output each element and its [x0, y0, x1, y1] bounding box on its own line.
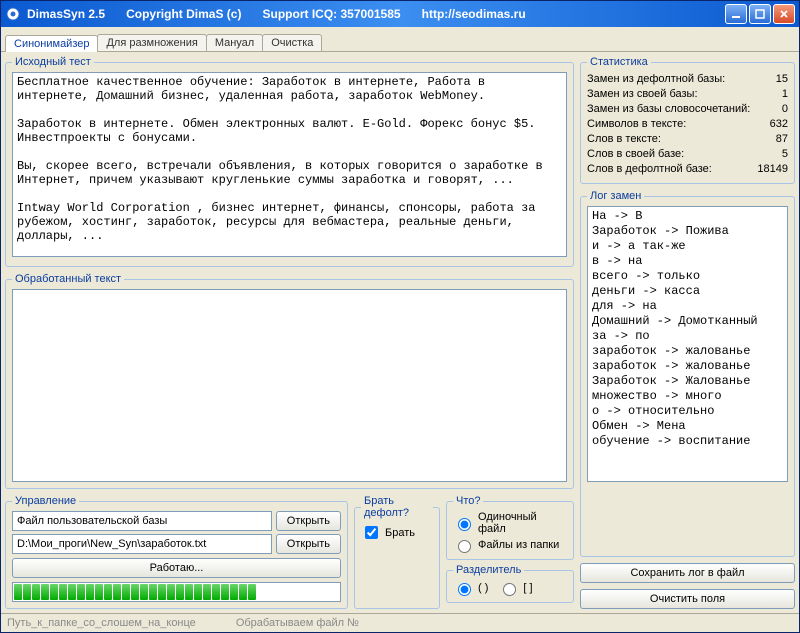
stats-row: Символов в тексте: 632: [587, 117, 788, 132]
take-default-label: Брать: [385, 527, 415, 539]
output-legend: Обработанный текст: [12, 273, 124, 285]
stats-legend: Статистика: [587, 56, 651, 68]
stats-key: Замен из базы словосочетаний:: [587, 102, 750, 117]
status-right: Обрабатываем файл №: [236, 617, 359, 629]
stats-value: 632: [770, 117, 788, 132]
tab-2[interactable]: Мануал: [206, 34, 263, 51]
output-textarea[interactable]: [12, 289, 567, 482]
stats-value: 15: [776, 72, 788, 87]
open-path-button[interactable]: Открыть: [276, 534, 341, 554]
take-default-group: Брать дефолт? Брать: [354, 495, 440, 609]
stats-key: Символов в тексте:: [587, 117, 686, 132]
stats-key: Замен из дефолтной базы:: [587, 72, 725, 87]
source-textarea[interactable]: [12, 72, 567, 257]
what-single-label: Одиночный файл: [478, 511, 567, 535]
stats-key: Замен из своей базы:: [587, 87, 698, 102]
take-default-checkbox[interactable]: [365, 526, 378, 539]
what-group: Что? Одиночный файл Файлы из папки: [446, 495, 574, 560]
separator-group: Разделитель ( ) [ ]: [446, 564, 574, 603]
log-legend: Лог замен: [587, 190, 644, 202]
stats-group: Статистика Замен из дефолтной базы:15Зам…: [580, 56, 795, 184]
stats-key: Слов в своей базе:: [587, 147, 684, 162]
app-icon: [5, 6, 21, 22]
stats-value: 0: [782, 102, 788, 117]
management-group: Управление Файл пользовательской базы От…: [5, 495, 348, 609]
stats-row: Замен из базы словосочетаний: 0: [587, 102, 788, 117]
what-folder-label: Файлы из папки: [478, 539, 559, 551]
tab-1[interactable]: Для размножения: [97, 34, 206, 51]
sep-bracket-radio[interactable]: [503, 583, 516, 596]
window-controls: [725, 4, 795, 24]
separator-legend: Разделитель: [453, 564, 524, 576]
titlebar: DimasSyn 2.5 Copyright DimaS (c) Support…: [1, 1, 799, 27]
sep-bracket-label: [ ]: [523, 582, 532, 594]
stats-value: 5: [782, 147, 788, 162]
maximize-button[interactable]: [749, 4, 771, 24]
status-bar: Путь_к_папке_со_слошем_на_конце Обрабаты…: [1, 613, 799, 632]
log-group: Лог замен На -> В Заработок -> Пожива и …: [580, 190, 795, 557]
sep-paren-label: ( ): [478, 582, 488, 594]
close-button[interactable]: [773, 4, 795, 24]
tab-0[interactable]: Синонимайзер: [5, 35, 98, 52]
stats-row: Слов в своей базе: 5: [587, 147, 788, 162]
status-left: Путь_к_папке_со_слошем_на_конце: [7, 617, 196, 629]
stats-value: 1: [782, 87, 788, 102]
save-log-button[interactable]: Сохранить лог в файл: [580, 563, 795, 583]
work-button[interactable]: Работаю...: [12, 558, 341, 578]
log-box[interactable]: На -> В Заработок -> Пожива и -> а так-ж…: [587, 206, 788, 482]
app-window: DimasSyn 2.5 Copyright DimaS (c) Support…: [0, 0, 800, 633]
stats-row: Слов в тексте: 87: [587, 132, 788, 147]
stats-value: 18149: [757, 162, 788, 177]
management-legend: Управление: [12, 495, 79, 507]
output-group: Обработанный текст: [5, 273, 574, 489]
take-default-legend: Брать дефолт?: [361, 495, 433, 519]
open-user-base-button[interactable]: Открыть: [276, 511, 341, 531]
progress-bar: [12, 582, 341, 602]
tab-bar: СинонимайзерДля размноженияМануалОчистка: [1, 27, 799, 52]
clear-fields-button[interactable]: Очистить поля: [580, 589, 795, 609]
tab-3[interactable]: Очистка: [262, 34, 322, 51]
minimize-button[interactable]: [725, 4, 747, 24]
stats-row: Замен из своей базы: 1: [587, 87, 788, 102]
stats-list: Замен из дефолтной базы:15Замен из своей…: [587, 72, 788, 177]
source-legend: Исходный тест: [12, 56, 94, 68]
what-legend: Что?: [453, 495, 483, 507]
what-single-radio[interactable]: [458, 518, 471, 531]
stats-row: Замен из дефолтной базы: 15: [587, 72, 788, 87]
stats-key: Слов в дефолтной базе:: [587, 162, 712, 177]
user-base-path[interactable]: D:\Мои_проги\New_Syn\заработок.txt: [12, 534, 272, 554]
stats-row: Слов в дефолтной базе: 18149: [587, 162, 788, 177]
source-group: Исходный тест: [5, 56, 574, 267]
sep-paren-radio[interactable]: [458, 583, 471, 596]
stats-key: Слов в тексте:: [587, 132, 661, 147]
stats-value: 87: [776, 132, 788, 147]
window-title: DimasSyn 2.5 Copyright DimaS (c) Support…: [27, 7, 725, 21]
user-base-label: Файл пользовательской базы: [12, 511, 272, 531]
what-folder-radio[interactable]: [458, 540, 471, 553]
